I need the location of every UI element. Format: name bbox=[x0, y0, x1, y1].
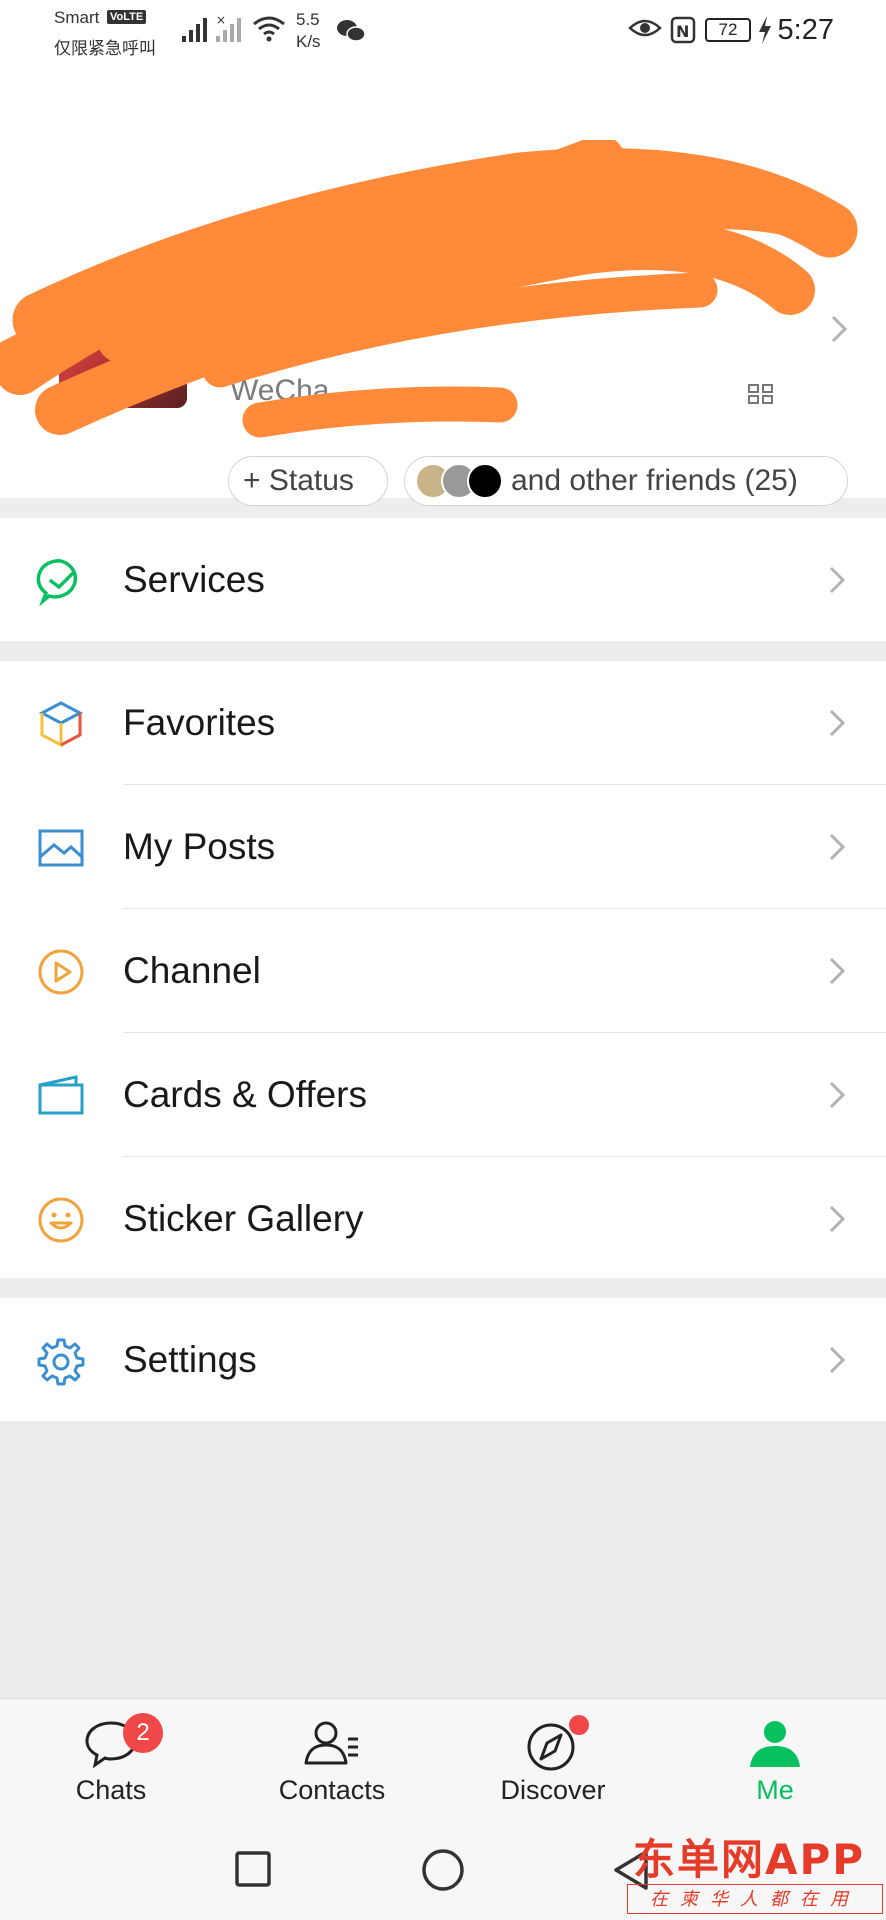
tab-label-contacts: Contacts bbox=[278, 1775, 386, 1805]
clock-time: 5:27 bbox=[777, 14, 834, 46]
recents-square-icon[interactable] bbox=[234, 1850, 272, 1888]
emergency-label: 仅限紧急呼叫 bbox=[54, 39, 156, 58]
menu-item-settings[interactable]: Settings bbox=[0, 1298, 886, 1421]
channel-play-icon bbox=[38, 949, 84, 995]
sticker-smile-icon bbox=[38, 1197, 84, 1243]
menu-label-channel: Channel bbox=[123, 950, 261, 991]
avatar[interactable] bbox=[59, 280, 187, 408]
friends-status-label: and other friends (25) bbox=[511, 464, 798, 497]
status-button-label: + Status bbox=[243, 464, 354, 497]
chevron-right-icon bbox=[829, 1081, 846, 1109]
profile-chevron-icon bbox=[831, 315, 848, 343]
tab-chats[interactable]: 2 Chats bbox=[36, 1699, 186, 1813]
services-section: Services bbox=[0, 518, 886, 641]
signal-no-sim-icon: × bbox=[216, 13, 241, 42]
watermark-main: 东单网APP bbox=[633, 1835, 866, 1884]
chevron-right-icon bbox=[829, 957, 846, 985]
chevron-right-icon bbox=[829, 566, 846, 594]
features-section: Favorites My Posts Channel Cards & Offer… bbox=[0, 661, 886, 1278]
svg-text:×: × bbox=[216, 13, 226, 27]
settings-section: Settings bbox=[0, 1298, 886, 1421]
services-icon bbox=[36, 559, 78, 606]
settings-gear-icon bbox=[37, 1338, 85, 1386]
tab-label-discover: Discover bbox=[500, 1775, 606, 1805]
menu-item-channel[interactable]: Channel bbox=[0, 909, 886, 1032]
favorites-cube-icon bbox=[38, 701, 84, 748]
watermark-sub: 在柬华人都在用 bbox=[627, 1884, 883, 1914]
chevron-right-icon bbox=[829, 709, 846, 737]
menu-item-my-posts[interactable]: My Posts bbox=[0, 785, 886, 908]
nfc-icon: N bbox=[670, 16, 696, 44]
signal-icon bbox=[182, 18, 207, 42]
menu-label-my-posts: My Posts bbox=[123, 826, 276, 867]
home-circle-icon[interactable] bbox=[421, 1848, 465, 1892]
qr-code-icon[interactable] bbox=[748, 384, 774, 404]
status-button[interactable]: + Status bbox=[228, 456, 388, 506]
chevron-right-icon bbox=[829, 833, 846, 861]
speed-unit: K/s bbox=[296, 32, 321, 51]
wifi-icon bbox=[253, 16, 285, 42]
contacts-person-icon bbox=[304, 1721, 358, 1765]
menu-label-sticker-gallery: Sticker Gallery bbox=[123, 1198, 364, 1239]
bottom-tab-bar: 2 Chats Contacts Discover Me bbox=[0, 1698, 886, 1813]
volte-badge: VoLTE bbox=[107, 10, 147, 24]
menu-label-settings: Settings bbox=[123, 1339, 257, 1380]
wechat-id: WeCha bbox=[230, 374, 330, 407]
menu-item-cards-offers[interactable]: Cards & Offers bbox=[0, 1033, 886, 1156]
tab-label-me: Me bbox=[756, 1775, 794, 1805]
friends-status-button[interactable]: and other friends (25) bbox=[404, 456, 848, 506]
profile-header[interactable]: WeCha + Status and other friends (25) bbox=[0, 62, 886, 506]
menu-label-services: Services bbox=[123, 559, 265, 600]
chevron-right-icon bbox=[829, 1346, 846, 1374]
menu-item-services[interactable]: Services bbox=[0, 518, 886, 641]
menu-label-favorites: Favorites bbox=[123, 702, 276, 743]
battery-indicator: 72 bbox=[705, 18, 751, 42]
tab-discover[interactable]: Discover bbox=[478, 1699, 628, 1813]
eye-comfort-icon bbox=[628, 19, 662, 37]
discover-notification-dot bbox=[569, 1715, 589, 1735]
menu-label-cards-offers: Cards & Offers bbox=[123, 1074, 368, 1115]
status-bar: Smart VoLTE 仅限紧急呼叫 × 5.5 K/s N 72 5:27 bbox=[0, 0, 886, 62]
menu-item-favorites[interactable]: Favorites bbox=[0, 661, 886, 784]
chevron-right-icon bbox=[829, 1205, 846, 1233]
tab-label-chats: Chats bbox=[75, 1775, 147, 1805]
my-posts-image-icon bbox=[38, 829, 84, 867]
menu-item-sticker-gallery[interactable]: Sticker Gallery bbox=[0, 1157, 886, 1280]
tab-me[interactable]: Me bbox=[700, 1699, 850, 1813]
watermark-logo: 东单网APP 在柬华人都在用 bbox=[627, 1826, 886, 1920]
carrier-label: Smart bbox=[54, 8, 100, 27]
tab-contacts[interactable]: Contacts bbox=[257, 1699, 407, 1813]
chats-unread-badge: 2 bbox=[123, 1713, 163, 1753]
friend-avatar bbox=[467, 463, 503, 499]
wechat-notification-icon bbox=[337, 20, 366, 42]
speed-value: 5.5 bbox=[296, 10, 320, 29]
svg-text:N: N bbox=[676, 22, 689, 41]
cards-wallet-icon bbox=[38, 1075, 84, 1115]
charging-icon bbox=[759, 16, 771, 44]
me-person-icon bbox=[750, 1721, 800, 1767]
